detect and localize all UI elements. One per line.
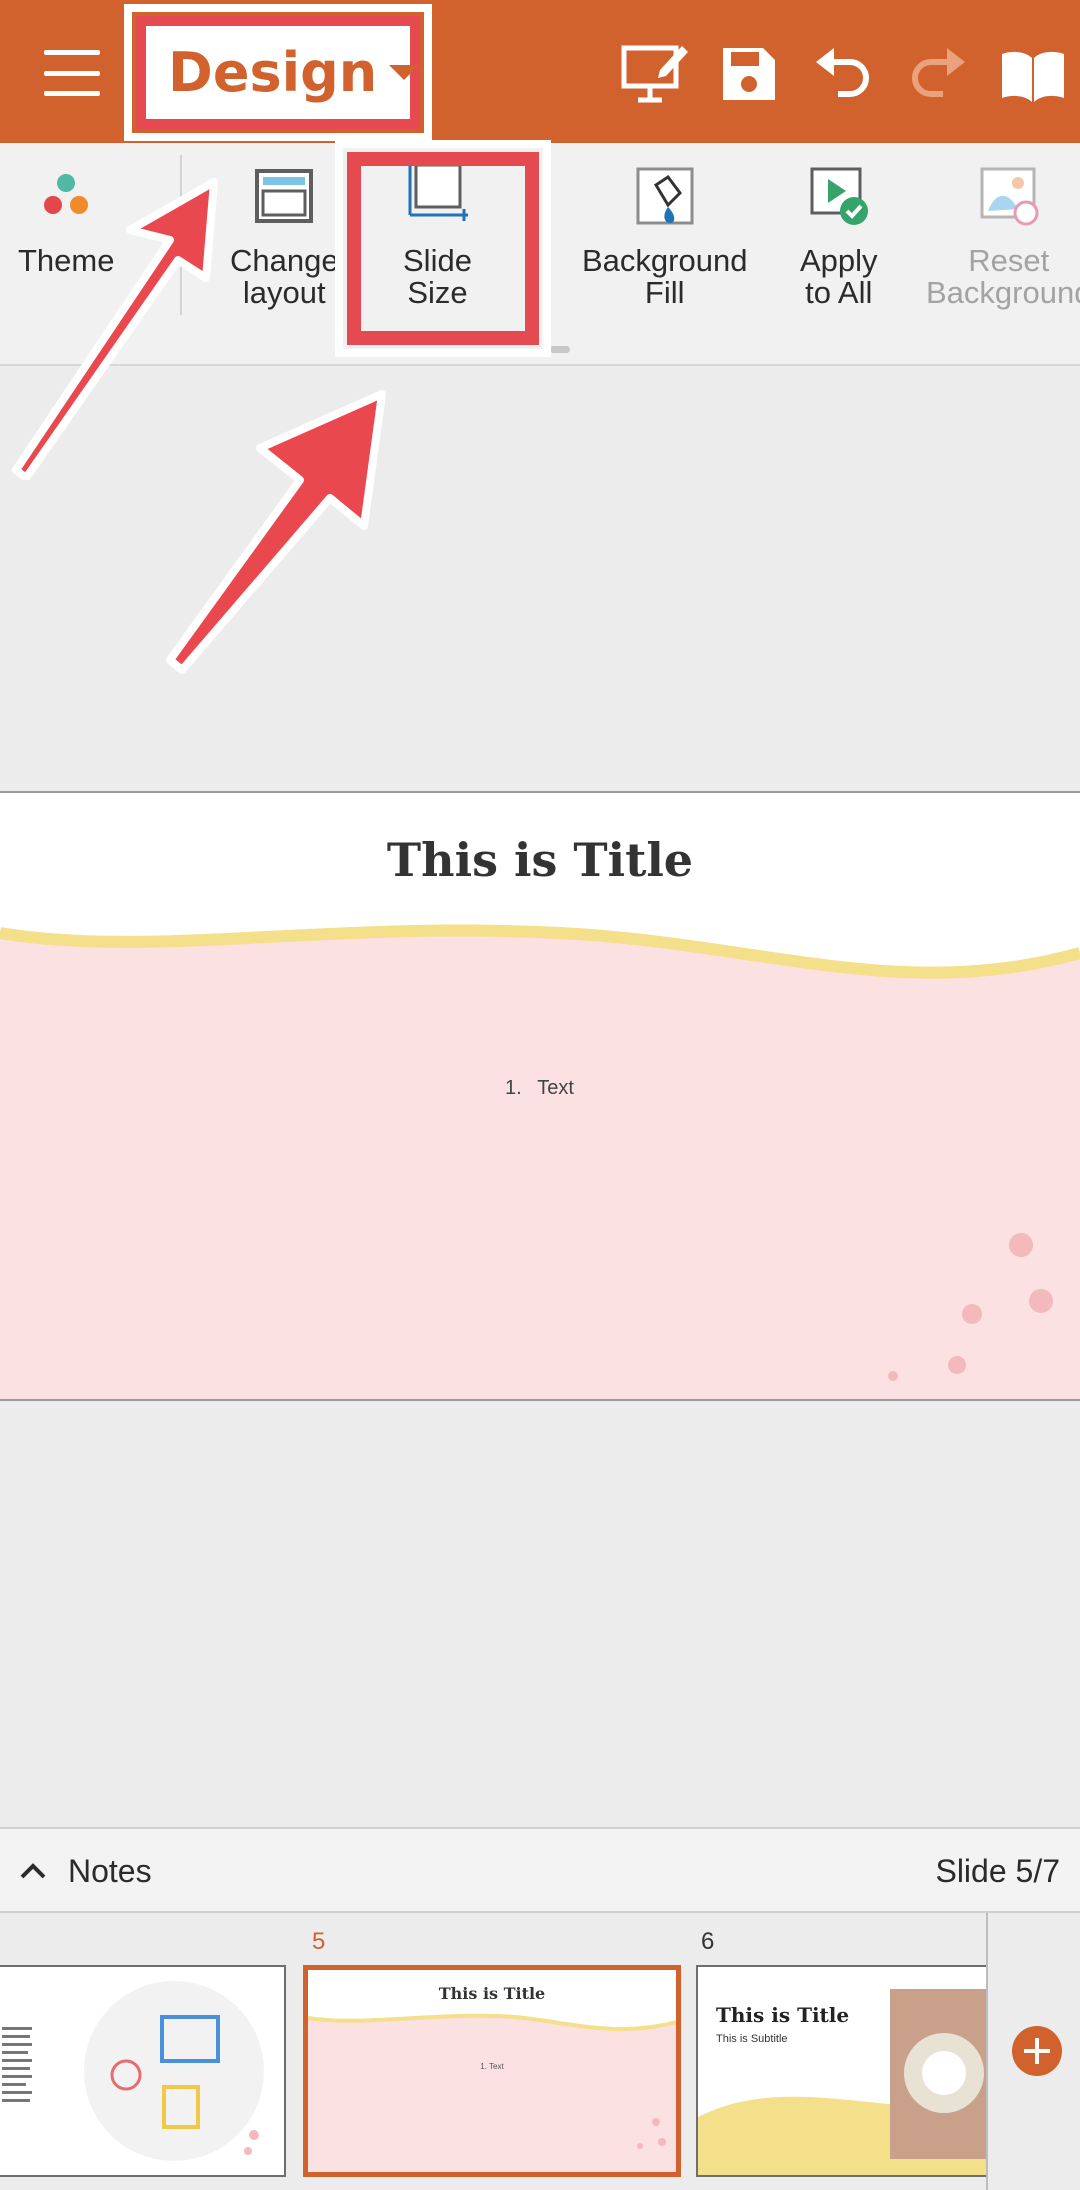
ribbon-tab-dropdown[interactable]: Design bbox=[136, 16, 420, 129]
thumbnail-6-title: This is Title bbox=[716, 2003, 850, 2027]
slide-body-text: Text bbox=[537, 1077, 574, 1099]
slide-thumbnail-strip: 5 This is Title 1. Text 6 This is Title … bbox=[0, 1913, 1080, 2190]
menu-icon[interactable] bbox=[44, 50, 100, 96]
slide-thumbnail-4[interactable] bbox=[0, 1965, 286, 2177]
top-app-bar: Design bbox=[0, 0, 1080, 143]
background-fill-button[interactable]: Background Fill bbox=[582, 165, 747, 309]
apply-to-all-icon bbox=[810, 167, 868, 225]
read-mode-icon[interactable] bbox=[998, 40, 1068, 110]
notes-bar[interactable]: Notes Slide 5/7 bbox=[0, 1827, 1080, 1913]
slide-canvas[interactable]: This is Title 1. Text bbox=[0, 791, 1080, 1401]
slide-thumbnail-6[interactable]: This is Title This is Subtitle bbox=[696, 1965, 996, 2177]
slide-thumbnail-5[interactable]: This is Title 1. Text bbox=[303, 1965, 681, 2177]
notes-label[interactable]: Notes bbox=[68, 1853, 152, 1890]
slide-title[interactable]: This is Title bbox=[0, 833, 1080, 887]
reset-background-icon bbox=[980, 167, 1039, 226]
ribbon-scroll-indicator[interactable] bbox=[550, 346, 570, 353]
thumbnail-4-preview bbox=[2, 1981, 264, 2161]
thumbnail-6-subtitle: This is Subtitle bbox=[716, 2033, 788, 2045]
change-layout-button[interactable]: Change layout bbox=[230, 165, 339, 309]
slide-counter: Slide 5/7 bbox=[935, 1853, 1060, 1889]
reset-background-button[interactable]: Reset Background bbox=[926, 165, 1080, 309]
list-marker: 1. bbox=[505, 1077, 522, 1099]
thumbnail-5-title: This is Title bbox=[438, 1984, 546, 2003]
layout-icon bbox=[255, 169, 314, 223]
slideshow-edit-icon[interactable] bbox=[620, 40, 690, 110]
background-fill-label: Background Fill bbox=[582, 243, 748, 310]
slide-size-highlight bbox=[335, 140, 551, 357]
app-screen: Design Theme Change layout Slide Size Ba… bbox=[0, 0, 1080, 2190]
slide-number-5: 5 bbox=[312, 1928, 326, 1955]
chevron-up-icon[interactable] bbox=[18, 1857, 48, 1887]
thumbnail-6-preview bbox=[698, 1989, 994, 2175]
slide-number-6: 6 bbox=[701, 1928, 715, 1955]
slide-body[interactable]: 1. Text bbox=[505, 1077, 574, 1100]
save-icon[interactable] bbox=[713, 40, 783, 110]
add-slide-panel bbox=[986, 1913, 1080, 2190]
ribbon-tab-label: Design bbox=[168, 41, 378, 104]
change-layout-label: Change layout bbox=[230, 243, 339, 310]
add-slide-button[interactable] bbox=[1012, 2026, 1062, 2076]
apply-to-all-button[interactable]: Apply to All bbox=[800, 165, 878, 309]
background-fill-icon bbox=[636, 167, 694, 225]
thumbnail-5-body: 1. Text bbox=[480, 2062, 504, 2071]
tab-selector-highlight: Design bbox=[124, 4, 432, 141]
reset-background-label: Reset Background bbox=[926, 243, 1080, 310]
undo-icon[interactable] bbox=[808, 40, 878, 110]
annotation-arrow-up-right bbox=[166, 390, 386, 674]
caret-down-icon bbox=[389, 65, 420, 80]
apply-to-all-label: Apply to All bbox=[800, 243, 878, 310]
thumbnail-5-preview: This is Title 1. Text bbox=[308, 1970, 676, 2172]
redo-icon[interactable] bbox=[903, 40, 973, 110]
